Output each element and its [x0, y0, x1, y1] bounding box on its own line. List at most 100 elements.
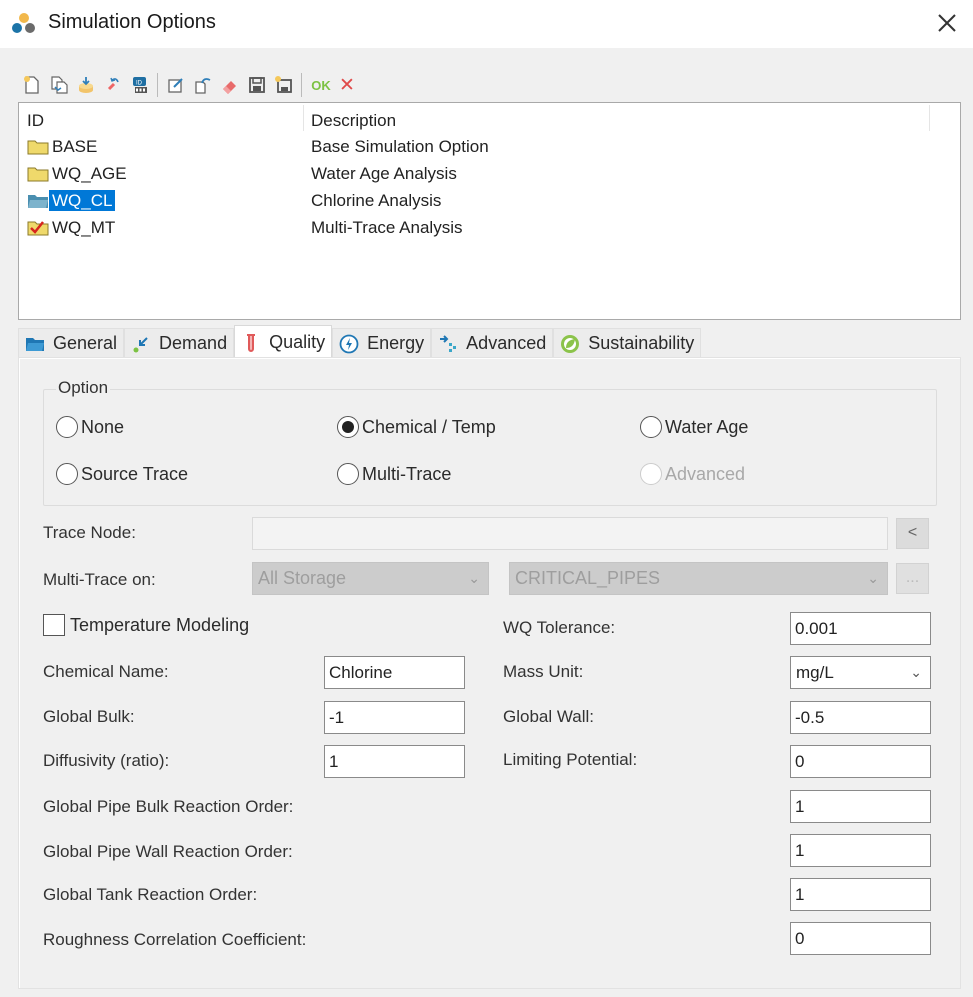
- trace-node-pick-button: <: [896, 518, 929, 549]
- radio-label: None: [81, 416, 125, 437]
- tab-label: Demand: [159, 333, 228, 353]
- wq-tolerance-label: WQ Tolerance:: [503, 618, 616, 637]
- row-id: WQ_MT: [52, 218, 116, 237]
- grid-header: ID Description: [19, 103, 960, 133]
- pipe-bulk-order-label: Global Pipe Bulk Reaction Order:: [43, 797, 294, 816]
- delete-button[interactable]: [216, 72, 243, 98]
- checkbox-box: [43, 614, 65, 636]
- save-as-button[interactable]: [270, 72, 297, 98]
- tab-label: General: [53, 333, 118, 353]
- multi-trace-on-select: All Storage ⌄: [252, 562, 489, 595]
- ok-button[interactable]: OK: [306, 72, 336, 98]
- chemical-name-label: Chemical Name:: [43, 662, 169, 681]
- diffusivity-input[interactable]: 1: [324, 745, 465, 778]
- quality-tab-panel: Option None Chemical / Temp Water Age So…: [18, 357, 961, 989]
- radio-circle: [56, 463, 78, 485]
- radio-selected-dot: [342, 421, 354, 433]
- tab-sustainability[interactable]: Sustainability: [553, 328, 702, 358]
- column-header-id[interactable]: ID: [27, 111, 44, 131]
- edit-button[interactable]: [162, 72, 189, 98]
- tab-strip: General Demand Quality Energy Advanced S…: [18, 325, 702, 359]
- multi-trace-set-value: CRITICAL_PIPES: [515, 568, 661, 588]
- radio-none[interactable]: None: [56, 416, 124, 438]
- option-group-legend: Option: [56, 378, 111, 398]
- simulation-options-list[interactable]: ID Description BASE Base Simulation Opti…: [18, 102, 961, 320]
- column-header-description[interactable]: Description: [311, 111, 396, 131]
- pipe-wall-order-input[interactable]: 1: [790, 834, 931, 867]
- id-icon: ID: [132, 77, 147, 93]
- duplicate-button[interactable]: [45, 72, 72, 98]
- rename-button[interactable]: [99, 72, 126, 98]
- temperature-modeling-checkbox[interactable]: Temperature Modeling: [43, 614, 249, 636]
- new-icon: [23, 76, 39, 94]
- radio-circle: [640, 463, 662, 485]
- mass-unit-label: Mass Unit:: [503, 662, 584, 681]
- tab-quality[interactable]: Quality: [234, 325, 333, 359]
- row-description: Chlorine Analysis: [311, 191, 442, 210]
- tab-energy[interactable]: Energy: [332, 328, 432, 358]
- folder-checked-icon: [27, 221, 49, 236]
- leaf-icon: [561, 334, 580, 353]
- tab-advanced[interactable]: Advanced: [431, 328, 554, 358]
- radio-multi-trace[interactable]: Multi-Trace: [337, 463, 451, 485]
- tab-label: Quality: [269, 332, 326, 352]
- radio-chemical-temp[interactable]: Chemical / Temp: [337, 416, 496, 438]
- cancel-button[interactable]: ✕: [336, 72, 358, 98]
- radio-circle: [56, 416, 78, 438]
- save-button[interactable]: [243, 72, 270, 98]
- tab-label: Advanced: [466, 333, 547, 353]
- radio-label: Multi-Trace: [362, 463, 452, 484]
- trace-node-field: [252, 517, 888, 550]
- list-row[interactable]: WQ_AGE Water Age Analysis: [19, 160, 960, 187]
- radio-label: Source Trace: [81, 463, 189, 484]
- advanced-flow-icon: [440, 334, 457, 352]
- row-id: WQ_CL: [49, 190, 116, 211]
- list-row[interactable]: WQ_MT Multi-Trace Analysis: [19, 214, 960, 241]
- multi-trace-label: Multi-Trace on:: [43, 570, 156, 589]
- wq-tolerance-input[interactable]: 0.001: [790, 612, 931, 645]
- tab-general[interactable]: General: [18, 328, 125, 358]
- radio-label: Chemical / Temp: [362, 416, 496, 437]
- trace-node-label: Trace Node:: [43, 523, 136, 542]
- radio-source-trace[interactable]: Source Trace: [56, 463, 188, 485]
- global-wall-input[interactable]: -0.5: [790, 701, 931, 734]
- column-divider[interactable]: [929, 105, 930, 131]
- diffusivity-label: Diffusivity (ratio):: [43, 751, 170, 770]
- new-button[interactable]: [18, 72, 45, 98]
- id-button[interactable]: ID: [126, 72, 153, 98]
- list-row[interactable]: BASE Base Simulation Option: [19, 133, 960, 160]
- undo-button[interactable]: [189, 72, 216, 98]
- radio-circle: [337, 463, 359, 485]
- chemical-name-input[interactable]: Chlorine: [324, 656, 465, 689]
- tab-demand[interactable]: Demand: [124, 328, 235, 358]
- row-id: WQ_AGE: [52, 164, 127, 183]
- radio-label: Advanced: [665, 463, 746, 484]
- row-description: Base Simulation Option: [311, 137, 489, 156]
- edit-icon: [167, 78, 183, 93]
- checkbox-label: Temperature Modeling: [70, 614, 250, 635]
- folder-icon: [26, 337, 44, 351]
- global-bulk-input[interactable]: -1: [324, 701, 465, 734]
- toolbar-separator: [301, 73, 302, 97]
- tank-order-input[interactable]: 1: [790, 878, 931, 911]
- import-button[interactable]: [72, 72, 99, 98]
- column-divider[interactable]: [303, 105, 304, 131]
- chevron-down-icon: ⌄: [468, 570, 480, 586]
- limiting-potential-input[interactable]: 0: [790, 745, 931, 778]
- chevron-down-icon: ⌄: [910, 664, 922, 680]
- list-row-selected[interactable]: WQ_CL Chlorine Analysis: [19, 187, 960, 214]
- radio-water-age[interactable]: Water Age: [640, 416, 748, 438]
- close-icon[interactable]: [933, 9, 961, 37]
- duplicate-icon: [50, 76, 68, 94]
- mass-unit-select[interactable]: mg/L ⌄: [790, 656, 931, 689]
- import-icon: [78, 77, 93, 93]
- energy-bolt-icon: [339, 334, 359, 353]
- mass-unit-value: mg/L: [796, 663, 834, 682]
- pipe-bulk-order-input[interactable]: 1: [790, 790, 931, 823]
- window-title: Simulation Options: [48, 11, 216, 33]
- roughness-coeff-input[interactable]: 0: [790, 922, 931, 955]
- radio-advanced: Advanced: [640, 463, 745, 485]
- save-as-icon: [274, 76, 292, 93]
- multi-trace-set-select: CRITICAL_PIPES ⌄: [509, 562, 888, 595]
- option-groupbox: Option None Chemical / Temp Water Age So…: [43, 378, 937, 506]
